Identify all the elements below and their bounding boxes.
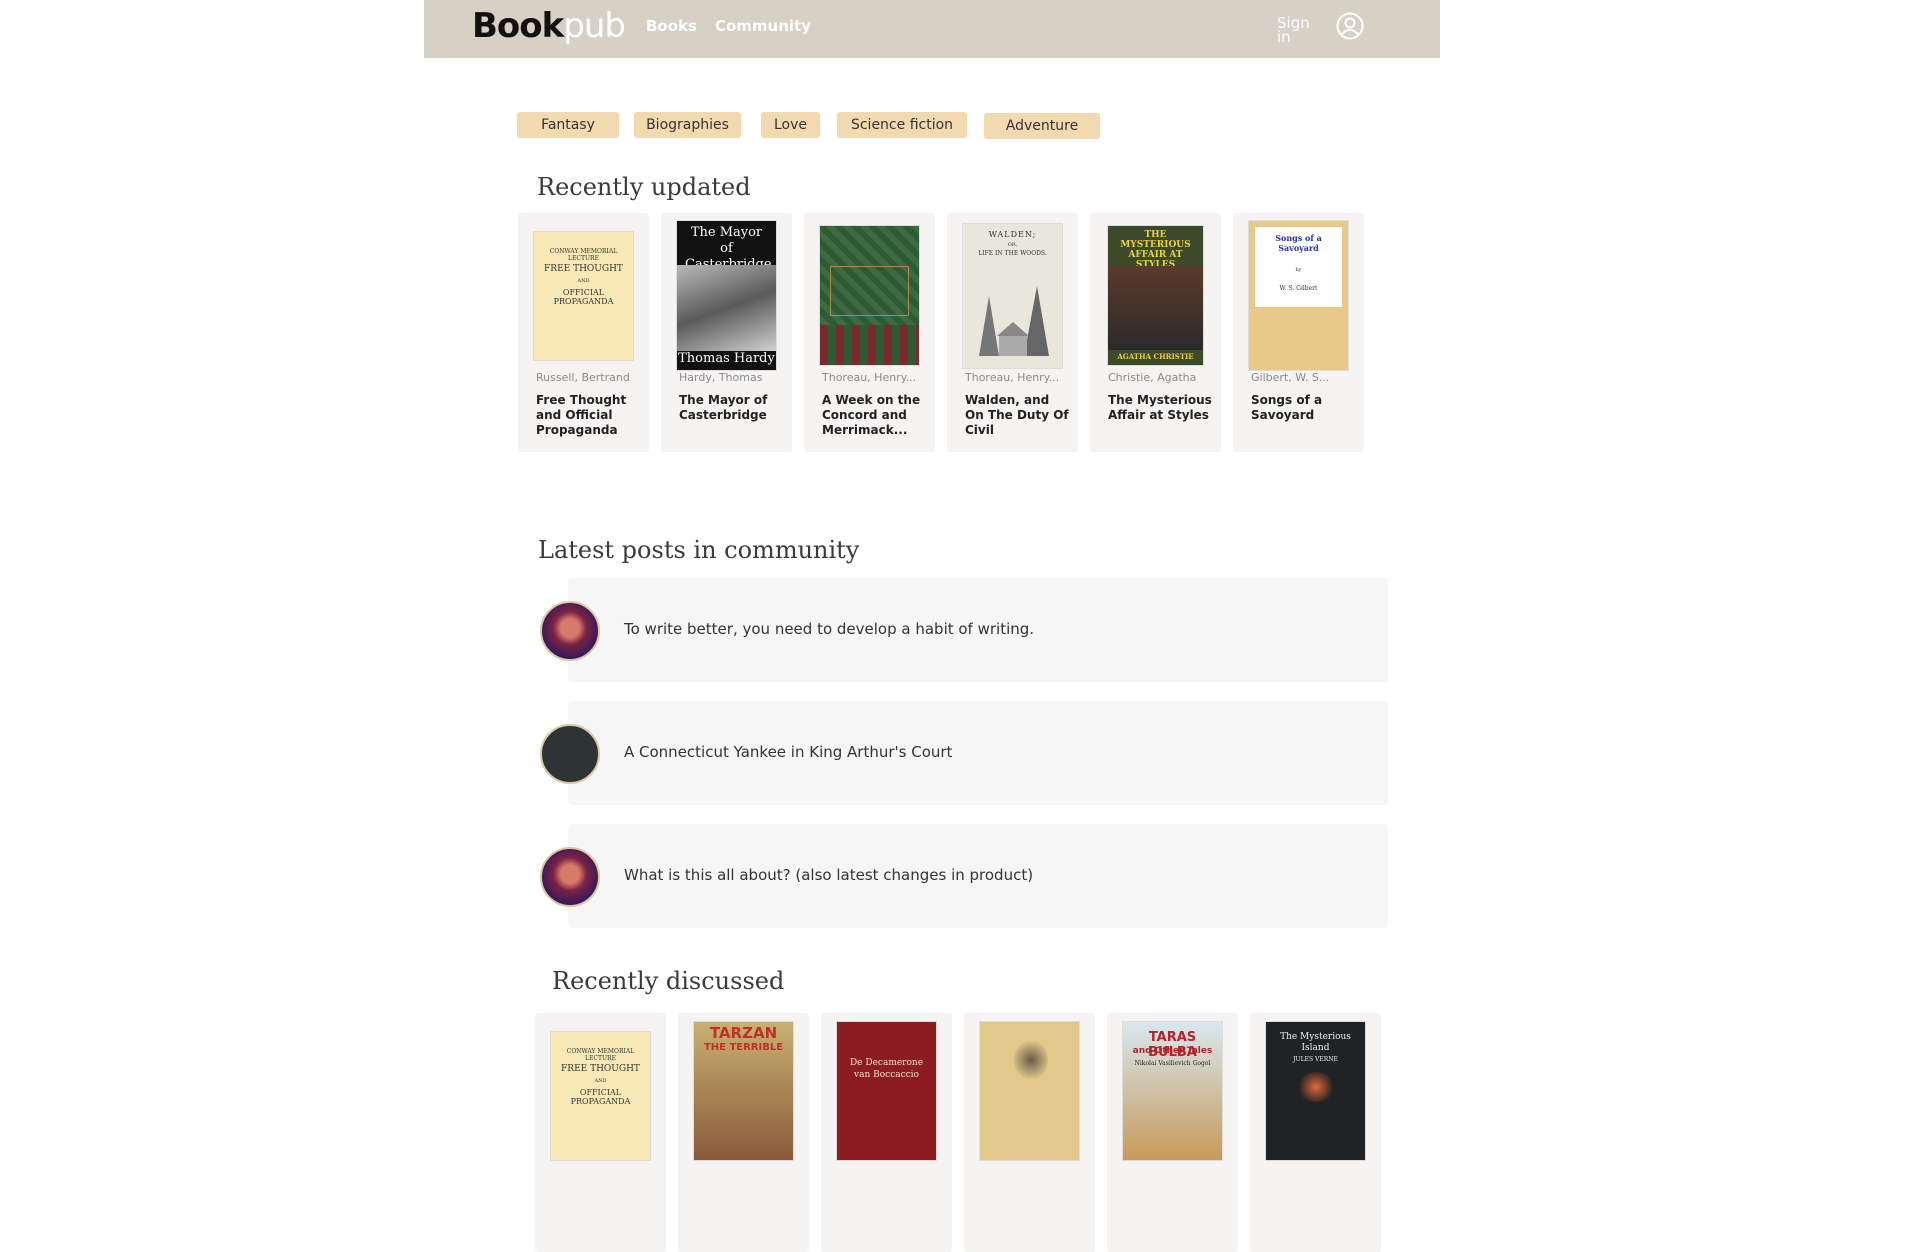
cover-text: OFFICIAL PROPAGANDA xyxy=(553,288,614,306)
cover-text: AND xyxy=(577,278,590,284)
cover-text: THE TERRIBLE xyxy=(703,1042,784,1053)
post-author-avatar[interactable] xyxy=(540,601,600,661)
post-text[interactable]: A Connecticut Yankee in King Arthur's Co… xyxy=(624,743,952,761)
book-cover: CONWAY MEMORIAL LECTURE FREE THOUGHT AND… xyxy=(550,1031,651,1161)
book-author: Hardy, Thomas xyxy=(679,371,763,384)
book-card[interactable]: WALDEN; OR, LIFE IN THE WOODS. Thoreau, … xyxy=(947,213,1078,452)
cover-text: and Other Tales xyxy=(1132,1046,1213,1056)
community-post[interactable]: A Connecticut Yankee in King Arthur's Co… xyxy=(568,701,1388,805)
community-post[interactable]: What is this all about? (also latest cha… xyxy=(568,824,1388,928)
cover-text: OR, xyxy=(1007,242,1018,248)
main-nav: Books Community xyxy=(646,17,811,35)
community-post[interactable]: To write better, you need to develop a h… xyxy=(568,578,1388,682)
book-cover: The Mayor of Casterbridge Thomas Hardy xyxy=(676,220,777,371)
latest-posts-heading: Latest posts in community xyxy=(538,536,860,564)
genre-pill-science-fiction[interactable]: Science fiction xyxy=(837,112,967,138)
book-cover: De Decamerone van Boccaccio xyxy=(836,1021,937,1161)
book-cover xyxy=(819,225,920,366)
book-title[interactable]: Songs of a Savoyard xyxy=(1251,393,1356,423)
book-card[interactable]: The Mayor of Casterbridge Thomas Hardy H… xyxy=(661,213,792,452)
book-cover: WALDEN; OR, LIFE IN THE WOODS. xyxy=(962,223,1063,369)
recently-discussed-heading: Recently discussed xyxy=(552,967,785,995)
cover-text: Thomas Hardy xyxy=(678,351,775,366)
book-cover: The Mysterious Island JULES VERNE xyxy=(1265,1021,1366,1161)
genre-filter-bar: Fantasy Biographies Love Science fiction… xyxy=(0,112,1920,140)
genre-pill-love[interactable]: Love xyxy=(761,112,820,138)
cover-text: AGATHA CHRISTIE xyxy=(1117,352,1194,361)
book-cover: TARAS BULBA and Other Tales Nikolai Vasi… xyxy=(1122,1021,1223,1161)
cover-text: AND xyxy=(594,1078,607,1084)
book-card[interactable]: THE MYSTERIOUS AFFAIR AT STYLES AGATHA C… xyxy=(1090,213,1221,452)
book-author: Christie, Agatha xyxy=(1108,371,1197,384)
cover-text: CONWAY MEMORIAL LECTURE xyxy=(549,248,618,262)
book-card[interactable]: TARZAN THE TERRIBLE xyxy=(678,1013,809,1252)
book-cover: Songs of a Savoyard by W. S. Gilbert xyxy=(1248,220,1349,371)
book-title[interactable]: The Mysterious Affair at Styles xyxy=(1108,393,1213,423)
cover-text: Songs of a Savoyard xyxy=(1275,233,1322,253)
book-card[interactable]: Songs of a Savoyard by W. S. Gilbert Gil… xyxy=(1233,213,1364,452)
user-account-icon[interactable] xyxy=(1336,12,1364,40)
book-author: Gilbert, W. S... xyxy=(1251,371,1330,384)
cover-portrait xyxy=(1014,1040,1048,1080)
cover-text: De Decamerone xyxy=(849,1058,924,1068)
book-cover: THE MYSTERIOUS AFFAIR AT STYLES AGATHA C… xyxy=(1107,225,1204,366)
logo-text-light: pub xyxy=(563,6,626,46)
book-title[interactable]: Free Thought and Official Propaganda xyxy=(536,393,641,438)
nav-community-link[interactable]: Community xyxy=(715,17,811,35)
cover-label: Songs of a Savoyard by W. S. Gilbert xyxy=(1255,227,1342,307)
top-navigation-bar: Bookpub Books Community Sign in xyxy=(424,0,1440,58)
sign-in-link[interactable]: Sign in xyxy=(1277,16,1317,45)
book-card[interactable]: De Decamerone van Boccaccio xyxy=(821,1013,952,1252)
cover-text: JULES VERNE xyxy=(1293,1056,1338,1063)
book-title[interactable]: Walden, and On The Duty Of Civil Disobed… xyxy=(965,393,1070,438)
book-card[interactable]: CONWAY MEMORIAL LECTURE FREE THOUGHT AND… xyxy=(535,1013,666,1252)
cover-text: The Mysterious Island xyxy=(1280,1032,1351,1053)
nav-books-link[interactable]: Books xyxy=(646,17,697,35)
book-cover: TARZAN THE TERRIBLE xyxy=(693,1021,794,1161)
book-author: Russell, Bertrand xyxy=(536,371,630,384)
book-cover xyxy=(979,1021,1080,1161)
genre-pill-adventure[interactable]: Adventure xyxy=(984,113,1100,139)
book-card[interactable]: The Mysterious Island JULES VERNE xyxy=(1250,1013,1381,1252)
logo-text-bold: Book xyxy=(472,6,564,46)
post-text[interactable]: To write better, you need to develop a h… xyxy=(624,620,1034,638)
book-card[interactable]: TARAS BULBA and Other Tales Nikolai Vasi… xyxy=(1107,1013,1238,1252)
book-card[interactable] xyxy=(964,1013,1095,1252)
recently-updated-heading: Recently updated xyxy=(537,173,751,201)
cover-text: THE MYSTERIOUS AFFAIR AT STYLES xyxy=(1120,230,1191,270)
cover-text: W. S. Gilbert xyxy=(1279,285,1318,292)
cover-text: Nikolai Vasilievich Gogol xyxy=(1134,1060,1211,1067)
book-cover: CONWAY MEMORIAL LECTURE FREE THOUGHT AND… xyxy=(533,231,634,361)
cover-text: WALDEN; xyxy=(988,230,1037,239)
cover-text: CONWAY MEMORIAL LECTURE xyxy=(566,1048,635,1062)
cover-text: van Boccaccio xyxy=(854,1070,919,1080)
book-author: Thoreau, Henry... xyxy=(965,371,1060,384)
cover-illustration xyxy=(677,265,776,351)
genre-pill-biographies[interactable]: Biographies xyxy=(634,112,741,138)
book-title[interactable]: The Mayor of Casterbridge xyxy=(679,393,784,423)
post-text[interactable]: What is this all about? (also latest cha… xyxy=(624,866,1033,884)
cover-text: OFFICIAL PROPAGANDA xyxy=(570,1088,631,1106)
cover-text: by xyxy=(1295,267,1302,273)
book-card[interactable]: CONWAY MEMORIAL LECTURE FREE THOUGHT AND… xyxy=(518,213,649,452)
bookpub-logo[interactable]: Bookpub xyxy=(472,6,626,46)
cover-text: LIFE IN THE WOODS. xyxy=(978,250,1047,257)
cover-illustration xyxy=(1108,266,1203,350)
post-author-avatar[interactable] xyxy=(540,724,600,784)
book-author: Thoreau, Henry... xyxy=(822,371,917,384)
cabin-illustration xyxy=(979,286,1049,356)
post-author-avatar[interactable] xyxy=(540,847,600,907)
cover-ornament xyxy=(820,325,919,365)
cover-illustration xyxy=(1296,1072,1336,1102)
cover-text: FREE THOUGHT xyxy=(561,1064,640,1074)
genre-pill-fantasy[interactable]: Fantasy xyxy=(517,112,619,138)
cover-text: TARZAN xyxy=(709,1024,778,1042)
cover-text: FREE THOUGHT xyxy=(544,264,623,274)
book-title[interactable]: A Week on the Concord and Merrimack... xyxy=(822,393,927,438)
cover-ornament xyxy=(830,266,909,316)
book-card[interactable]: Thoreau, Henry... A Week on the Concord … xyxy=(804,213,935,452)
